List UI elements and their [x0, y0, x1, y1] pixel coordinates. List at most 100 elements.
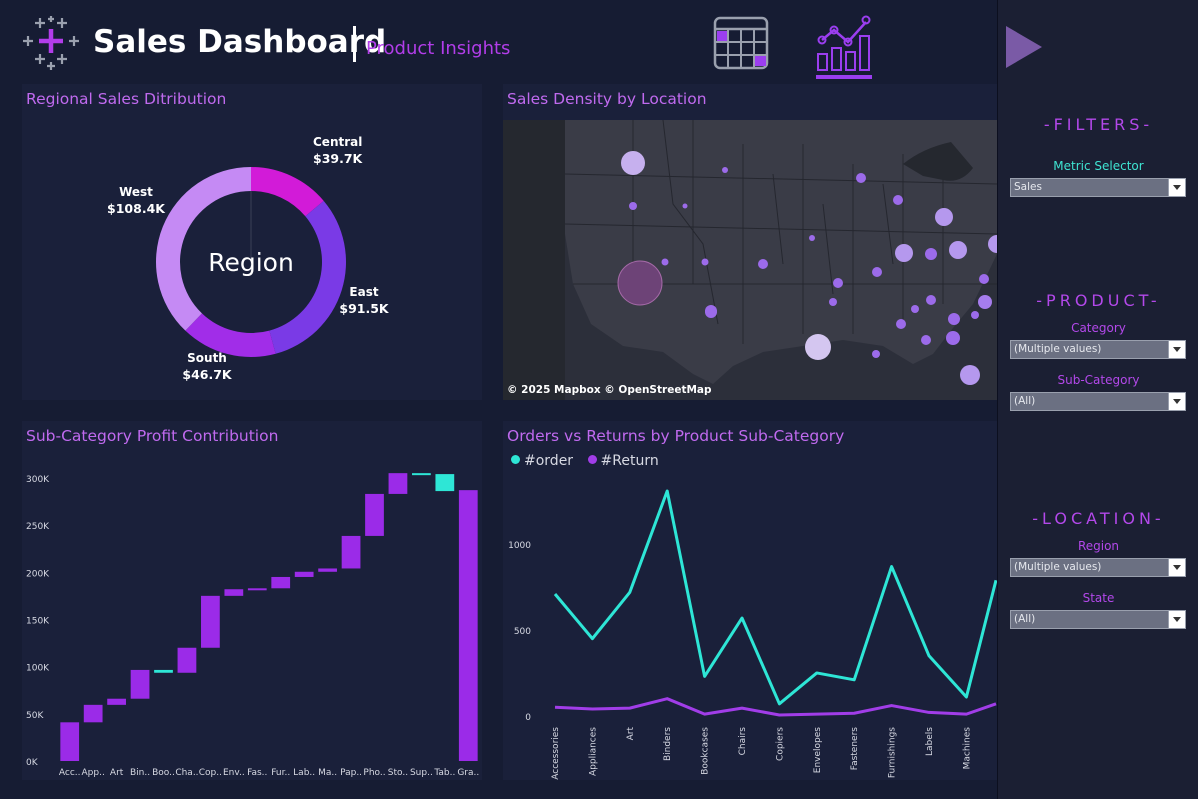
product-heading: -PRODUCT-: [1036, 291, 1161, 310]
donut-slice-east: [269, 200, 346, 354]
regional-donut-chart: Central $39.7K East $91.5K South $46.7K West $1…: [107, 135, 390, 382]
x-tick-label: Chairs: [738, 727, 748, 756]
x-tick-label: Copiers: [775, 727, 785, 761]
map-bubble[interactable]: [979, 274, 989, 284]
map-bubble[interactable]: [829, 298, 837, 306]
donut-label-value: $91.5K: [339, 301, 390, 316]
x-tick-label: Acc..: [59, 768, 81, 778]
x-tick-label: Gra..: [457, 768, 479, 778]
page-subtitle: Product Insights: [366, 38, 511, 59]
page-title: Sales Dashboard: [93, 24, 387, 60]
metric-selector-label: Metric Selector: [1053, 159, 1144, 173]
active-nav-indicator: [816, 75, 872, 79]
state-value: (All): [1014, 613, 1036, 625]
subcategory-value: (All): [1014, 395, 1036, 407]
subcategory-dropdown[interactable]: (All): [1010, 392, 1186, 411]
waterfall-bar: [177, 647, 197, 673]
sales-density-map-panel: Sales Density by Location © 2025 Mapbox …: [503, 84, 997, 400]
title-divider: [353, 26, 356, 62]
y-tick-label: 250K: [26, 522, 50, 532]
x-tick-label: Sto..: [388, 768, 408, 778]
donut-label-value: $108.4K: [107, 201, 166, 216]
x-tick-label: Fur..: [271, 768, 290, 778]
map-bubble[interactable]: [935, 208, 953, 226]
y-tick-label: 150K: [26, 616, 50, 626]
location-heading: -LOCATION-: [1032, 509, 1165, 528]
x-tick-label: Sup..: [410, 768, 433, 778]
map-bubble[interactable]: [833, 278, 843, 288]
state-dropdown[interactable]: (All): [1010, 610, 1186, 629]
map-bubble[interactable]: [893, 195, 903, 205]
chevron-down-icon[interactable]: [1168, 341, 1185, 358]
donut-label-name: West: [119, 185, 153, 199]
waterfall-bar: [435, 474, 455, 492]
x-tick-label: Cha..: [175, 768, 198, 778]
map-bubble[interactable]: [758, 259, 768, 269]
x-tick-label: Envelopes: [813, 727, 823, 774]
waterfall-bar: [294, 571, 314, 577]
map-bubble[interactable]: [661, 258, 669, 266]
x-tick-label: Env..: [223, 768, 245, 778]
waterfall-bar: [412, 473, 431, 476]
x-tick-label: Boo..: [152, 768, 175, 778]
x-tick-label: Bookcases: [701, 727, 711, 775]
region-dropdown[interactable]: (Multiple values): [1010, 558, 1186, 577]
map-bubble[interactable]: [960, 365, 980, 385]
map-bubble[interactable]: [921, 335, 931, 345]
metric-selector-dropdown[interactable]: Sales: [1010, 178, 1186, 197]
play-icon[interactable]: [1004, 24, 1044, 70]
map-bubble[interactable]: [971, 311, 979, 319]
category-dropdown[interactable]: (Multiple values): [1010, 340, 1186, 359]
waterfall-bar: [318, 568, 337, 572]
us-map[interactable]: [503, 84, 997, 400]
x-tick-label: Appliances: [588, 727, 598, 776]
chevron-down-icon[interactable]: [1168, 559, 1185, 576]
map-bubble[interactable]: [926, 295, 936, 305]
map-bubble[interactable]: [809, 235, 815, 241]
y-tick-label: 100K: [26, 664, 50, 674]
x-tick-label: Cop..: [199, 768, 222, 778]
map-bubble[interactable]: [856, 173, 866, 183]
x-tick-label: Art: [626, 727, 636, 741]
map-bubble[interactable]: [629, 202, 637, 210]
map-bubble[interactable]: [978, 295, 992, 309]
map-attribution[interactable]: © 2025 Mapbox © OpenStreetMap: [507, 384, 712, 396]
donut-label-name: South: [187, 351, 227, 365]
x-tick-label: Accessories: [551, 727, 561, 780]
chevron-down-icon[interactable]: [1168, 393, 1185, 410]
map-bubble[interactable]: [872, 350, 880, 358]
map-bubble[interactable]: [896, 319, 906, 329]
x-tick-label: Ma..: [318, 768, 337, 778]
donut-label-name: Central: [313, 135, 362, 149]
map-bubble[interactable]: [701, 258, 709, 266]
donut-label-value: $39.7K: [313, 151, 364, 166]
calendar-grid-icon[interactable]: [713, 16, 769, 70]
map-bubble[interactable]: [722, 167, 728, 173]
bar-line-chart-icon[interactable]: [814, 14, 874, 76]
chevron-down-icon[interactable]: [1168, 179, 1185, 196]
map-bubble[interactable]: [805, 334, 831, 360]
map-bubble[interactable]: [911, 305, 919, 313]
map-bubble[interactable]: [949, 241, 967, 259]
filter-sidebar: -FILTERS- Metric Selector Sales -PRODUCT…: [997, 0, 1198, 799]
map-bubble[interactable]: [617, 260, 663, 306]
map-bubble[interactable]: [682, 203, 688, 209]
waterfall-bar: [247, 588, 267, 591]
map-bubble[interactable]: [948, 313, 960, 325]
waterfall-bar: [388, 473, 408, 494]
waterfall-bar: [154, 669, 173, 673]
map-bubble[interactable]: [621, 151, 645, 175]
waterfall-bar: [83, 704, 103, 723]
map-bubble[interactable]: [925, 248, 937, 260]
waterfall-bar: [224, 589, 244, 596]
waterfall-chart: 0K 50K 100K 150K 200K 250K 300K Acc.. App.. Art Bi…: [26, 473, 479, 778]
map-bubble[interactable]: [895, 244, 913, 262]
map-bubble[interactable]: [705, 306, 717, 318]
y-tick-label: 1000: [508, 541, 531, 551]
map-bubble[interactable]: [872, 267, 882, 277]
map-bubble[interactable]: [946, 331, 960, 345]
dashboard-header: Sales Dashboard Product Insights: [0, 0, 997, 82]
chevron-down-icon[interactable]: [1168, 611, 1185, 628]
x-tick-label: Binders: [663, 727, 673, 761]
waterfall-bar: [60, 722, 80, 761]
